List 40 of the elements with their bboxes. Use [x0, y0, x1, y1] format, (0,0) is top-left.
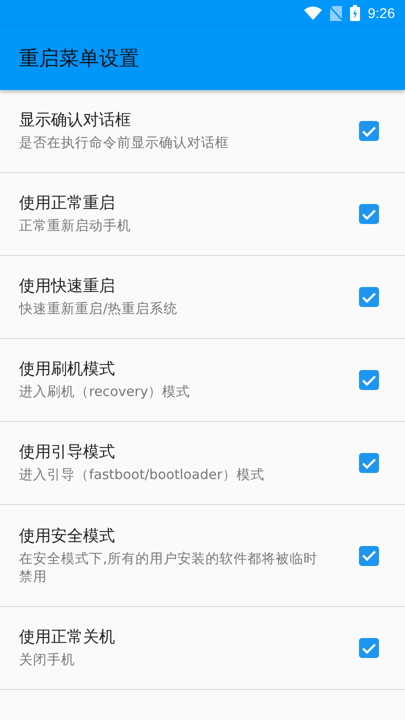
no-sim-icon — [330, 6, 342, 20]
checkbox[interactable] — [359, 546, 379, 566]
setting-summary: 在安全模式下,所有的用户安装的软件都将被临时禁用 — [19, 550, 318, 586]
setting-row[interactable]: 使用正常重启 正常重新启动手机 — [0, 173, 405, 256]
setting-summary: 是否在执行命令前显示确认对话框 — [19, 134, 230, 152]
battery-charging-icon — [350, 5, 360, 21]
status-time: 9:26 — [368, 5, 395, 21]
setting-row[interactable]: 使用正常关机 关闭手机 — [0, 607, 405, 690]
setting-row[interactable]: 使用刷机模式 进入刷机（recovery）模式 — [0, 339, 405, 422]
setting-summary: 进入引导（fastboot/bootloader）模式 — [19, 466, 266, 484]
wifi-icon — [304, 6, 322, 20]
checkmark-icon — [362, 458, 376, 468]
setting-summary: 快速重新重启/热重启系统 — [19, 300, 179, 318]
checkmark-icon — [362, 126, 376, 136]
checkbox[interactable] — [359, 204, 379, 224]
checkbox[interactable] — [359, 121, 379, 141]
setting-summary: 正常重新启动手机 — [19, 217, 132, 235]
checkmark-icon — [362, 292, 376, 302]
checkbox[interactable] — [359, 453, 379, 473]
setting-title: 使用正常关机 — [19, 627, 116, 648]
setting-row[interactable]: 显示确认对话框 是否在执行命令前显示确认对话框 — [0, 90, 405, 173]
setting-row[interactable]: 使用快速重启 快速重新重启/热重启系统 — [0, 256, 405, 339]
setting-summary: 关闭手机 — [19, 651, 76, 669]
setting-title: 使用快速重启 — [19, 276, 116, 297]
checkmark-icon — [362, 208, 376, 220]
checkmark-icon — [362, 642, 376, 654]
setting-row[interactable]: 使用引导模式 进入引导（fastboot/bootloader）模式 — [0, 422, 405, 505]
setting-title: 使用引导模式 — [19, 442, 116, 463]
setting-row[interactable]: 使用安全模式 在安全模式下,所有的用户安装的软件都将被临时禁用 — [0, 505, 405, 607]
setting-title: 使用安全模式 — [19, 526, 116, 546]
setting-title: 显示确认对话框 — [19, 110, 132, 131]
checkbox[interactable] — [359, 638, 379, 658]
setting-title: 使用刷机模式 — [19, 359, 116, 380]
setting-summary: 进入刷机（recovery）模式 — [19, 383, 192, 401]
checkmark-icon — [362, 374, 376, 386]
checkmark-icon — [362, 550, 376, 561]
setting-title: 使用正常重启 — [19, 193, 116, 214]
checkbox[interactable] — [359, 370, 379, 390]
checkbox[interactable] — [359, 287, 379, 307]
app-bar-title: 重启菜单设置 — [19, 44, 139, 72]
